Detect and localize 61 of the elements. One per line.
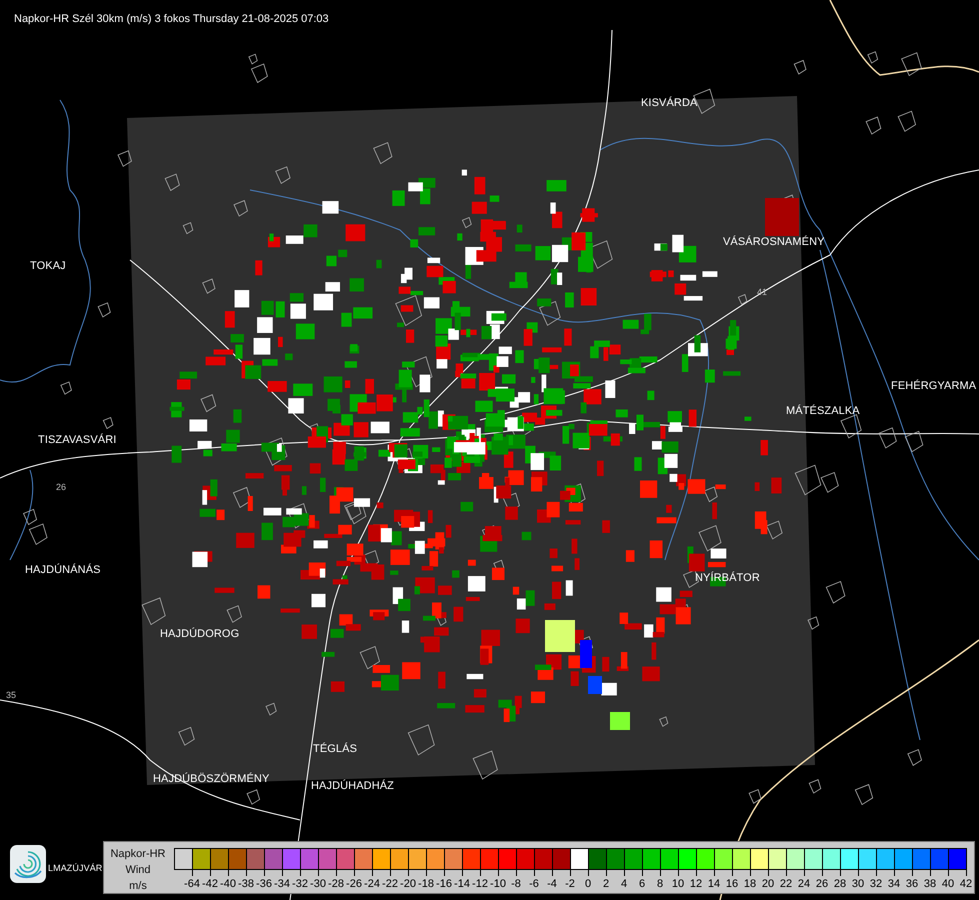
scale-tick-label: 18 bbox=[744, 878, 756, 890]
scale-tick-label: -10 bbox=[490, 878, 506, 890]
scale-tick-label: -14 bbox=[454, 878, 470, 890]
scale-tick-label: 26 bbox=[816, 878, 828, 890]
scale-tick-label: 28 bbox=[834, 878, 846, 890]
scale-tick-label: -38 bbox=[238, 878, 254, 890]
road-number: 35 bbox=[6, 690, 16, 700]
scale-tick-label: -26 bbox=[346, 878, 362, 890]
scale-tick-label: 16 bbox=[726, 878, 738, 890]
scale-tick-label: -40 bbox=[220, 878, 236, 890]
scale-tick-label: 32 bbox=[870, 878, 882, 890]
place-label: FEHÉRGYARMA bbox=[891, 380, 976, 392]
scale-tick-label: 34 bbox=[888, 878, 900, 890]
scale-tick-label: 38 bbox=[924, 878, 936, 890]
scale-tick-label: 6 bbox=[638, 878, 646, 890]
legend-source: Napkor-HR bbox=[110, 847, 166, 862]
scale-tick-label: 14 bbox=[708, 878, 720, 890]
place-label: HAJDÚNÁNÁS bbox=[25, 564, 101, 576]
place-label: TISZAVASVÁRI bbox=[38, 434, 116, 446]
scale-tick-label: -20 bbox=[400, 878, 416, 890]
scale-tick-label: 10 bbox=[672, 878, 684, 890]
legend-unit: m/s bbox=[129, 879, 147, 894]
scale-tick-label: 8 bbox=[656, 878, 664, 890]
road-number: 26 bbox=[56, 482, 66, 492]
scale-tick-label: 42 bbox=[960, 878, 972, 890]
scale-tick-label: 40 bbox=[942, 878, 954, 890]
scale-tick-label: -42 bbox=[202, 878, 218, 890]
scale-tick-label: 2 bbox=[602, 878, 610, 890]
scale-tick-label: 20 bbox=[762, 878, 774, 890]
place-label: TÉGLÁS bbox=[313, 743, 358, 755]
scale-tick-label: -30 bbox=[310, 878, 326, 890]
scale-tick-label: -2 bbox=[565, 878, 575, 890]
scale-tick-label: -36 bbox=[256, 878, 272, 890]
place-label: TOKAJ bbox=[30, 260, 66, 272]
scale-tick-label: 4 bbox=[620, 878, 628, 890]
scale-tick-label: 22 bbox=[780, 878, 792, 890]
scale-tick-label: -24 bbox=[364, 878, 380, 890]
scale-tick-label: -22 bbox=[382, 878, 398, 890]
scale-tick-label: -64 bbox=[184, 878, 200, 890]
scale-tick-label: 36 bbox=[906, 878, 918, 890]
logo-icon bbox=[10, 845, 46, 883]
scale-tick-label: -4 bbox=[547, 878, 557, 890]
scale-tick-label: -8 bbox=[511, 878, 521, 890]
place-label: HAJDÚHADHÁZ bbox=[311, 780, 394, 792]
scale-tick-label: -34 bbox=[274, 878, 290, 890]
place-label: VÁSÁROSNAMÉNY bbox=[723, 236, 825, 248]
scale-tick-label: -6 bbox=[529, 878, 539, 890]
scale-tick-label: -16 bbox=[436, 878, 452, 890]
place-label: KISVÁRDA bbox=[641, 97, 698, 109]
scale-tick-label: 12 bbox=[690, 878, 702, 890]
scale-tick-label: 0 bbox=[584, 878, 592, 890]
scale-tick-label: -32 bbox=[292, 878, 308, 890]
place-label: HAJDÚDOROG bbox=[160, 628, 240, 640]
legend-quantity: Wind bbox=[125, 863, 151, 878]
scale-tick-label: -28 bbox=[328, 878, 344, 890]
scale-tick-label: 30 bbox=[852, 878, 864, 890]
scale-tick-label: -18 bbox=[418, 878, 434, 890]
scale-tick-label: 24 bbox=[798, 878, 810, 890]
map-title: Napkor-HR Szél 30km (m/s) 3 fokos Thursday 21-08-2025 07:03 bbox=[14, 13, 329, 25]
scale-tick-label: -12 bbox=[472, 878, 488, 890]
place-label: LMAZÚJVÁR bbox=[48, 863, 102, 873]
